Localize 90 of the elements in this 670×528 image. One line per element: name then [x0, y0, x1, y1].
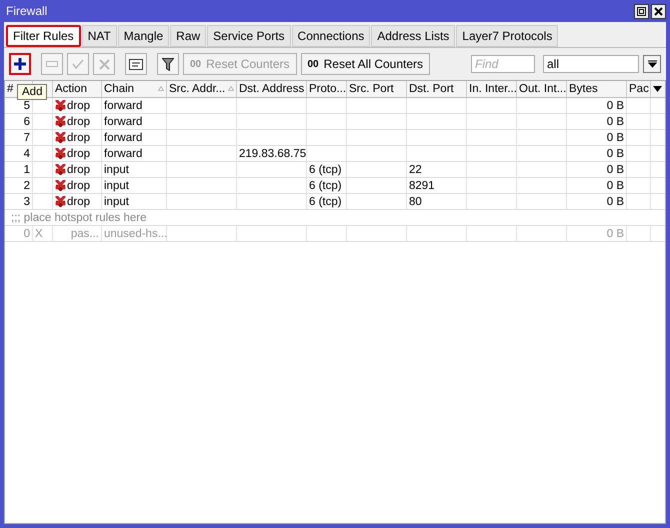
column-header[interactable]: Src. Port: [347, 81, 407, 97]
drop-icon: [55, 100, 66, 111]
find-field[interactable]: Find: [471, 55, 535, 73]
table-cell: 0 B: [606, 132, 624, 144]
header-label: Dst. Port: [409, 83, 454, 95]
cross-icon: [98, 58, 110, 70]
table-cell: drop: [67, 116, 90, 128]
scope-field[interactable]: all: [543, 55, 639, 73]
table-cell: 0: [24, 228, 30, 240]
table-cell: drop: [67, 132, 90, 144]
header-label: Src. Port: [349, 83, 394, 95]
table-cell: 1: [24, 164, 30, 176]
sort-icon: [228, 86, 234, 91]
drop-icon: [55, 164, 66, 175]
table-cell: drop: [67, 100, 90, 112]
table-cell: 80: [409, 196, 422, 208]
table-cell: 7: [24, 132, 30, 144]
table-cell: 219.83.68.75: [239, 148, 306, 160]
menu-button[interactable]: [643, 55, 661, 73]
table-cell: drop: [67, 196, 90, 208]
tab[interactable]: Layer7 Protocols: [456, 25, 558, 47]
tab[interactable]: Connections: [292, 25, 370, 47]
table-cell: drop: [67, 164, 90, 176]
filter-button[interactable]: [157, 53, 179, 75]
table-cell: 6 (tcp): [309, 196, 342, 208]
drop-icon: [55, 116, 66, 127]
window-title: Firewall: [6, 4, 48, 18]
drop-icon: [55, 180, 66, 191]
table-cell: 5: [24, 100, 30, 112]
column-header[interactable]: Src. Addr...: [167, 81, 237, 97]
table-cell: forward: [104, 116, 142, 128]
table-cell: unused-hs...: [104, 228, 168, 240]
column-header[interactable]: Bytes: [567, 81, 627, 97]
header-label: Src. Addr...: [169, 83, 226, 95]
minus-icon: [46, 61, 58, 67]
note-icon: [129, 58, 143, 70]
table-cell: 3: [24, 196, 30, 208]
table-cell: forward: [104, 132, 142, 144]
tab[interactable]: NAT: [82, 25, 117, 47]
collapse-icon: [648, 60, 656, 68]
tab[interactable]: Mangle: [118, 25, 170, 47]
table-cell: drop: [67, 148, 90, 160]
restore-button[interactable]: [634, 4, 649, 18]
sort-icon: [158, 86, 164, 91]
table-cell: 2: [24, 180, 30, 192]
table-cell: 0 B: [606, 228, 624, 240]
table-cell: 0 B: [606, 148, 624, 160]
header-label: Chain: [104, 83, 134, 95]
drop-icon: [55, 196, 66, 207]
close-button[interactable]: [651, 4, 666, 18]
rule-comment: ;;; place hotspot rules here: [11, 212, 147, 224]
table-cell: 22: [409, 164, 422, 176]
table-cell: pas...: [70, 228, 99, 240]
table-cell: X: [35, 228, 43, 240]
table-cell: 6 (tcp): [309, 164, 342, 176]
comment-button[interactable]: [125, 53, 147, 75]
header-label: Bytes: [569, 83, 598, 95]
table-cell: input: [104, 180, 129, 192]
filter-icon: [162, 58, 174, 70]
add-button[interactable]: [9, 53, 31, 75]
table-cell: forward: [104, 100, 142, 112]
table-cell: 0 B: [606, 180, 624, 192]
plus-icon: [14, 58, 26, 70]
caret-icon: [653, 86, 662, 92]
table-cell: 0 B: [606, 164, 624, 176]
table-cell: 4: [24, 148, 30, 160]
tab[interactable]: Filter Rules: [6, 25, 81, 47]
table-cell: forward: [104, 148, 142, 160]
table-cell: 0 B: [606, 196, 624, 208]
table-cell: 6: [24, 116, 30, 128]
reset-counters-button[interactable]: 00 Reset All Counters: [300, 53, 430, 75]
table-cell: 6 (tcp): [309, 180, 342, 192]
table-cell: input: [104, 196, 129, 208]
column-header[interactable]: Action: [53, 81, 102, 97]
header-label: Action: [55, 83, 87, 95]
header-label: #: [7, 83, 14, 95]
table-cell: 8291: [409, 180, 435, 192]
tab[interactable]: Address Lists: [371, 25, 456, 47]
tab[interactable]: Service Ports: [207, 25, 291, 47]
column-header[interactable]: Dst. Port: [407, 81, 467, 97]
table-cell: 0 B: [606, 100, 624, 112]
tooltip: Add: [17, 84, 48, 100]
table-cell: input: [104, 164, 129, 176]
drop-icon: [55, 132, 66, 143]
tab[interactable]: Raw: [170, 25, 206, 47]
table-cell: 0 B: [606, 116, 624, 128]
table-cell: drop: [67, 180, 90, 192]
column-header[interactable]: Chain: [102, 81, 167, 97]
drop-icon: [55, 148, 66, 159]
check-icon: [72, 59, 84, 69]
